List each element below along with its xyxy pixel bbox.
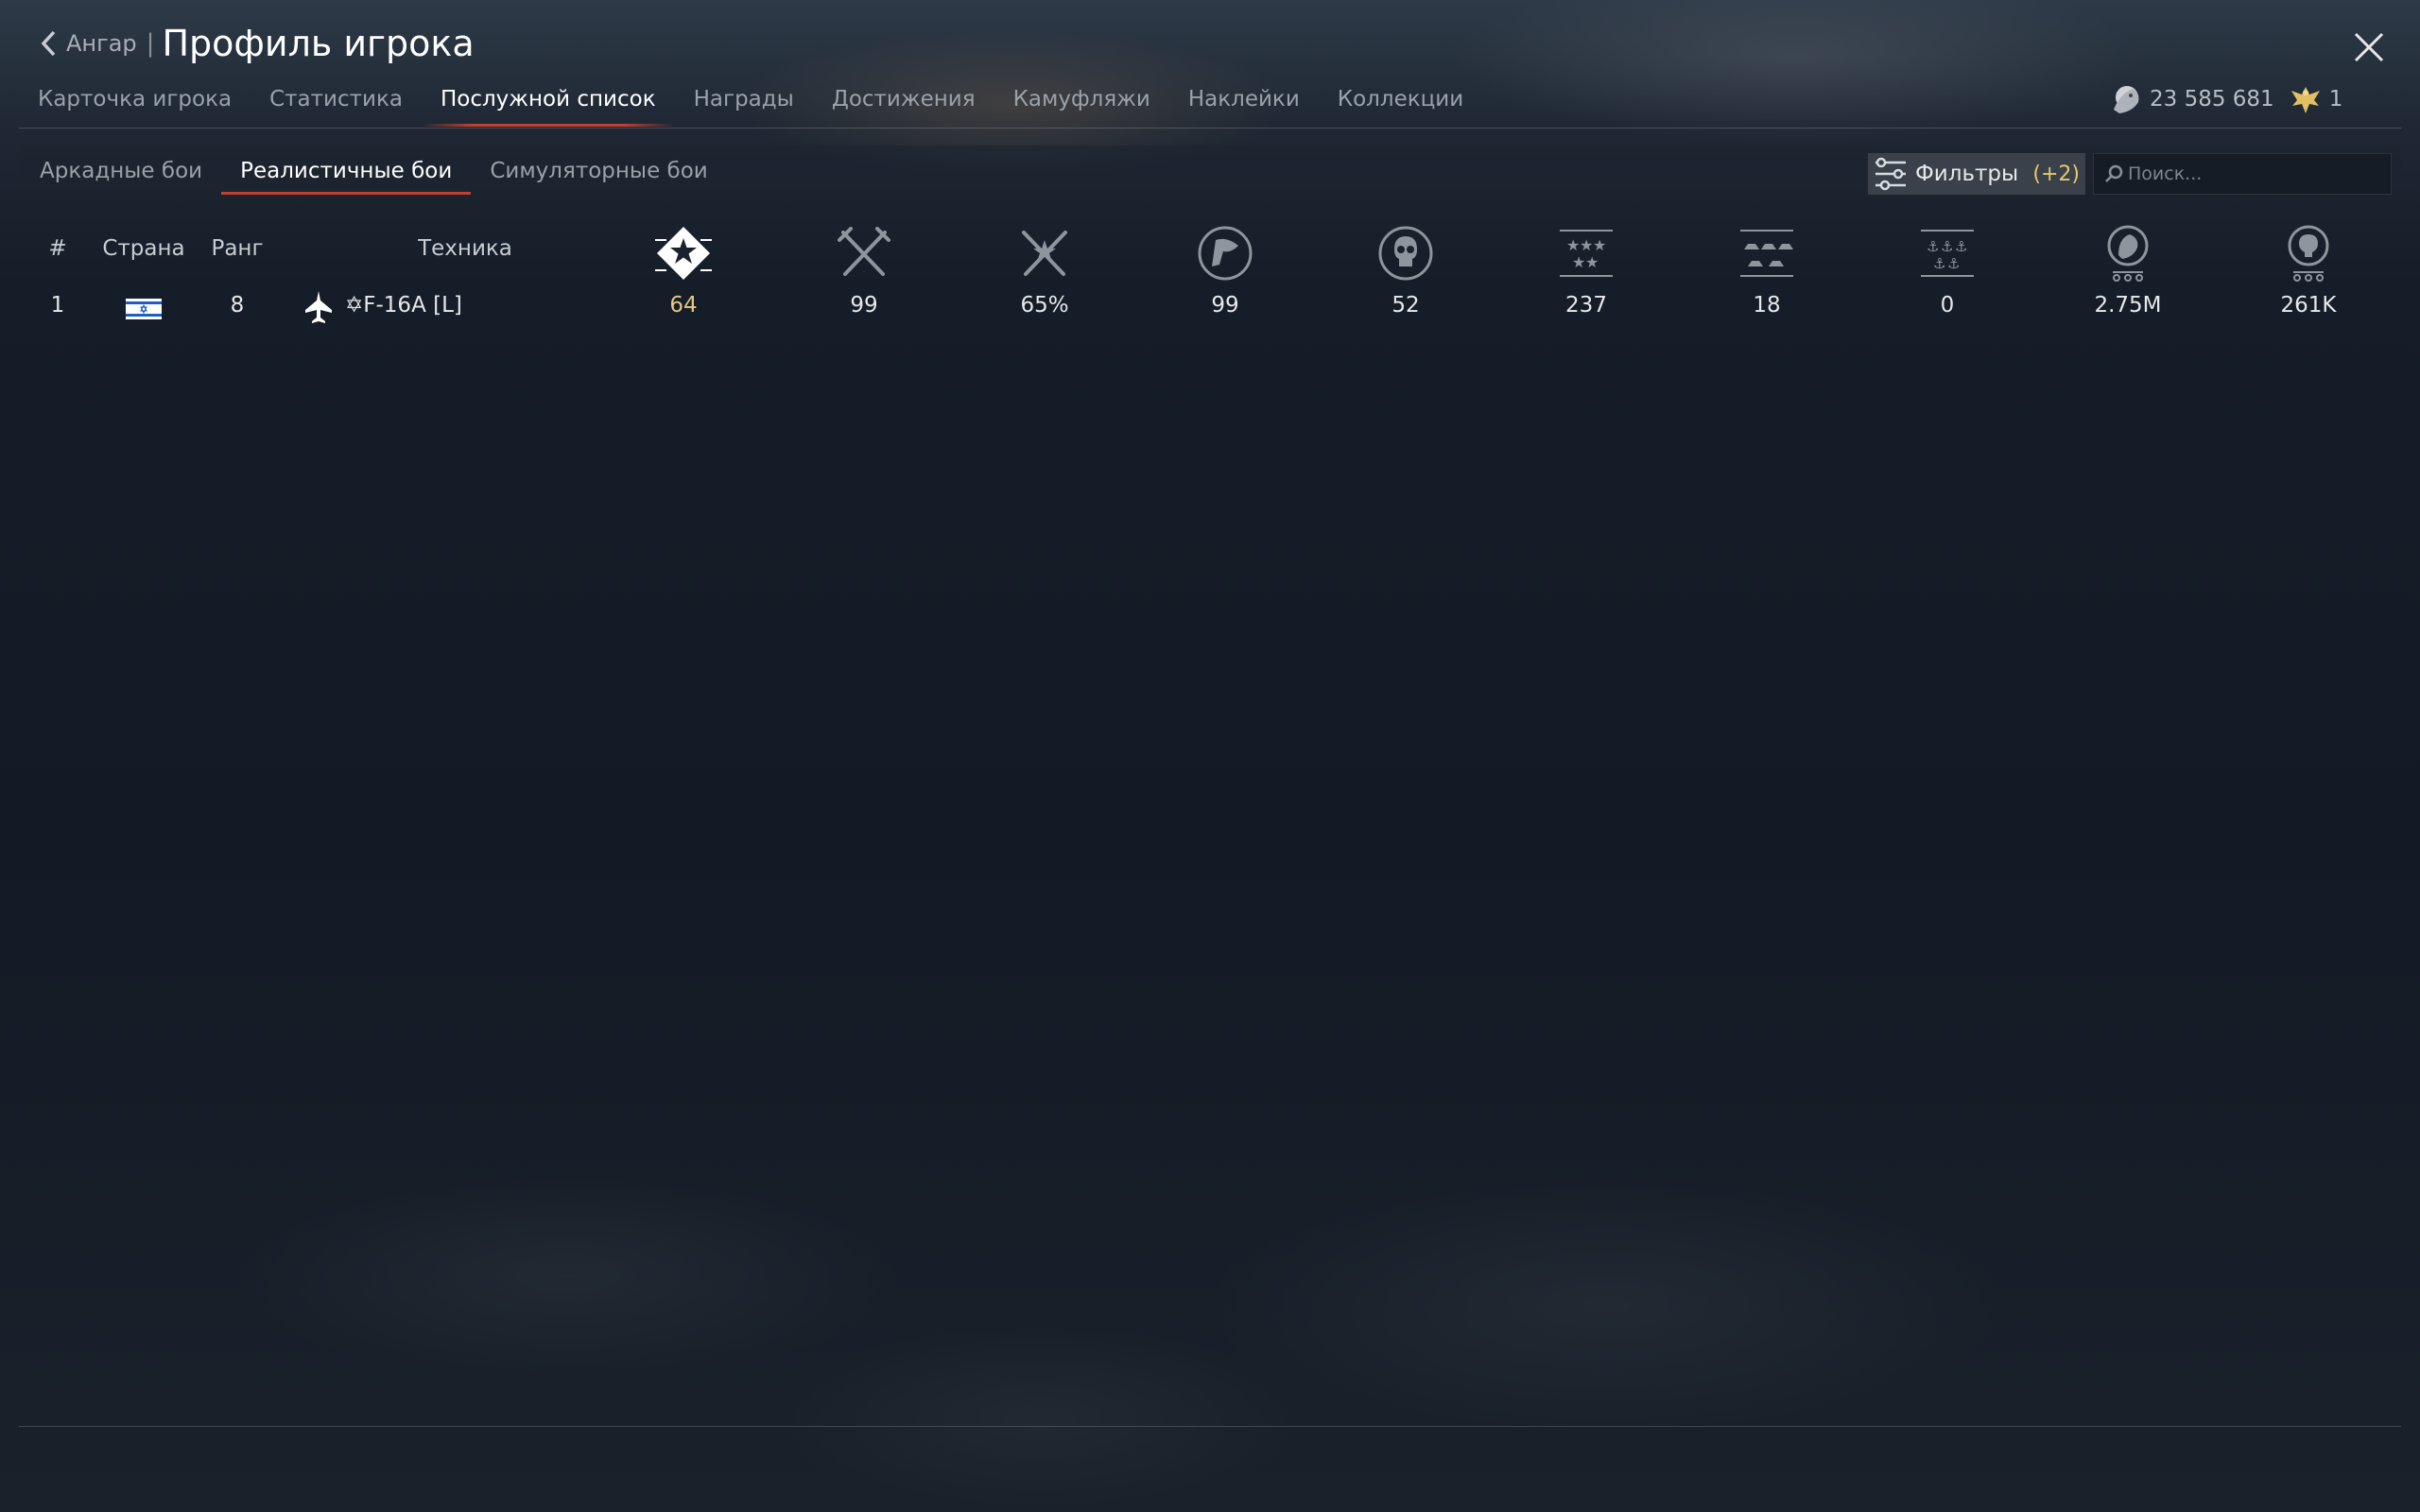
tab-statistics[interactable]: Статистика: [251, 79, 422, 127]
search-box: [2093, 153, 2392, 195]
win-rate-icon[interactable]: [1014, 223, 1075, 284]
respawns-flag-icon[interactable]: [1195, 223, 1255, 284]
back-label: Ангар: [66, 30, 137, 57]
stat-victories: 99: [850, 293, 878, 318]
row-number: 1: [50, 293, 65, 318]
back-button[interactable]: Ангар: [38, 26, 137, 60]
battles-star-icon[interactable]: [653, 223, 714, 284]
col-header-rank[interactable]: Ранг: [211, 236, 263, 261]
stat-air-kills: 237: [1565, 293, 1607, 318]
main-tabs: Карточка игрока Статистика Послужной спи…: [19, 79, 1482, 127]
svg-text:⚓: ⚓: [1933, 255, 1945, 272]
ground-kills-icon[interactable]: [1737, 223, 1797, 284]
filters-button[interactable]: Фильтры (+2): [1868, 153, 2085, 195]
naval-kills-icon[interactable]: ⚓ ⚓ ⚓ ⚓ ⚓: [1917, 223, 1978, 284]
stat-research-points: 261K: [2280, 293, 2337, 318]
row-rank: 8: [230, 293, 245, 318]
stat-win-rate: 65%: [1020, 293, 1069, 318]
battle-mode-tabs: Аркадные бои Реалистичные бои Симуляторн…: [21, 147, 727, 195]
currency-panel: 23 585 681 1: [2108, 79, 2356, 119]
svg-text:★: ★: [1580, 236, 1593, 254]
search-input[interactable]: [2126, 163, 2385, 185]
svg-text:⚓: ⚓: [1941, 238, 1953, 255]
stat-battles: 64: [669, 293, 698, 318]
vehicle-name[interactable]: ✡F-16A [L]: [345, 293, 462, 318]
tab-player-card[interactable]: Карточка игрока: [19, 79, 251, 127]
page-title: Профиль игрока: [162, 23, 475, 64]
tab-collections[interactable]: Коллекции: [1319, 79, 1482, 127]
tab-decals[interactable]: Наклейки: [1169, 79, 1319, 127]
stat-deaths: 52: [1392, 293, 1420, 318]
tab-realistic-battles[interactable]: Реалистичные бои: [221, 147, 472, 195]
tabs-divider: [19, 128, 2401, 129]
svg-text:⚓: ⚓: [1947, 255, 1960, 272]
filters-label: Фильтры: [1915, 162, 2019, 186]
israel-flag-icon: [126, 299, 162, 319]
svg-text:⚓: ⚓: [1955, 238, 1967, 255]
tab-awards[interactable]: Награды: [675, 79, 813, 127]
svg-text:★: ★: [1572, 253, 1585, 271]
research-points-icon[interactable]: [2278, 223, 2339, 284]
svg-text:★: ★: [1566, 236, 1580, 254]
filter-sliders-icon: [1876, 157, 1906, 191]
col-header-number[interactable]: #: [48, 236, 66, 261]
jet-icon: [305, 291, 332, 323]
search-icon: [2105, 164, 2123, 182]
golden-eagle-icon: [2290, 87, 2320, 113]
stat-lions-earned: 2.75M: [2094, 293, 2162, 318]
tab-camouflages[interactable]: Камуфляжи: [994, 79, 1169, 127]
stat-naval-kills: 0: [1940, 293, 1955, 318]
air-kills-icon[interactable]: ★ ★ ★ ★ ★: [1556, 223, 1616, 284]
filters-count: (+2): [2032, 162, 2080, 186]
header: Ангар | Профиль игрока: [38, 17, 475, 70]
chevron-left-icon: [41, 30, 56, 57]
lions-balance: 23 585 681: [2150, 87, 2274, 112]
deaths-skull-icon[interactable]: [1375, 223, 1436, 284]
bottom-divider: [19, 1426, 2401, 1427]
col-header-vehicle[interactable]: Техника: [418, 236, 512, 261]
eagles-balance: 1: [2328, 87, 2343, 112]
tab-achievements[interactable]: Достижения: [813, 79, 994, 127]
svg-text:⚓: ⚓: [1927, 238, 1939, 255]
lions-earned-icon[interactable]: [2098, 223, 2158, 284]
stat-respawns: 99: [1211, 293, 1239, 318]
breadcrumb-separator: |: [146, 29, 155, 58]
tab-arcade-battles[interactable]: Аркадные бои: [21, 147, 221, 195]
svg-text:★: ★: [1593, 236, 1606, 254]
lion-currency-icon: [2114, 86, 2139, 113]
tab-simulator-battles[interactable]: Симуляторные бои: [471, 147, 726, 195]
close-icon[interactable]: [2348, 26, 2390, 68]
col-header-country[interactable]: Страна: [102, 236, 184, 261]
stat-ground-kills: 18: [1753, 293, 1781, 318]
svg-text:★: ★: [1585, 253, 1599, 271]
tab-service-record[interactable]: Послужной список: [421, 79, 675, 127]
victories-swords-icon[interactable]: [834, 223, 894, 284]
